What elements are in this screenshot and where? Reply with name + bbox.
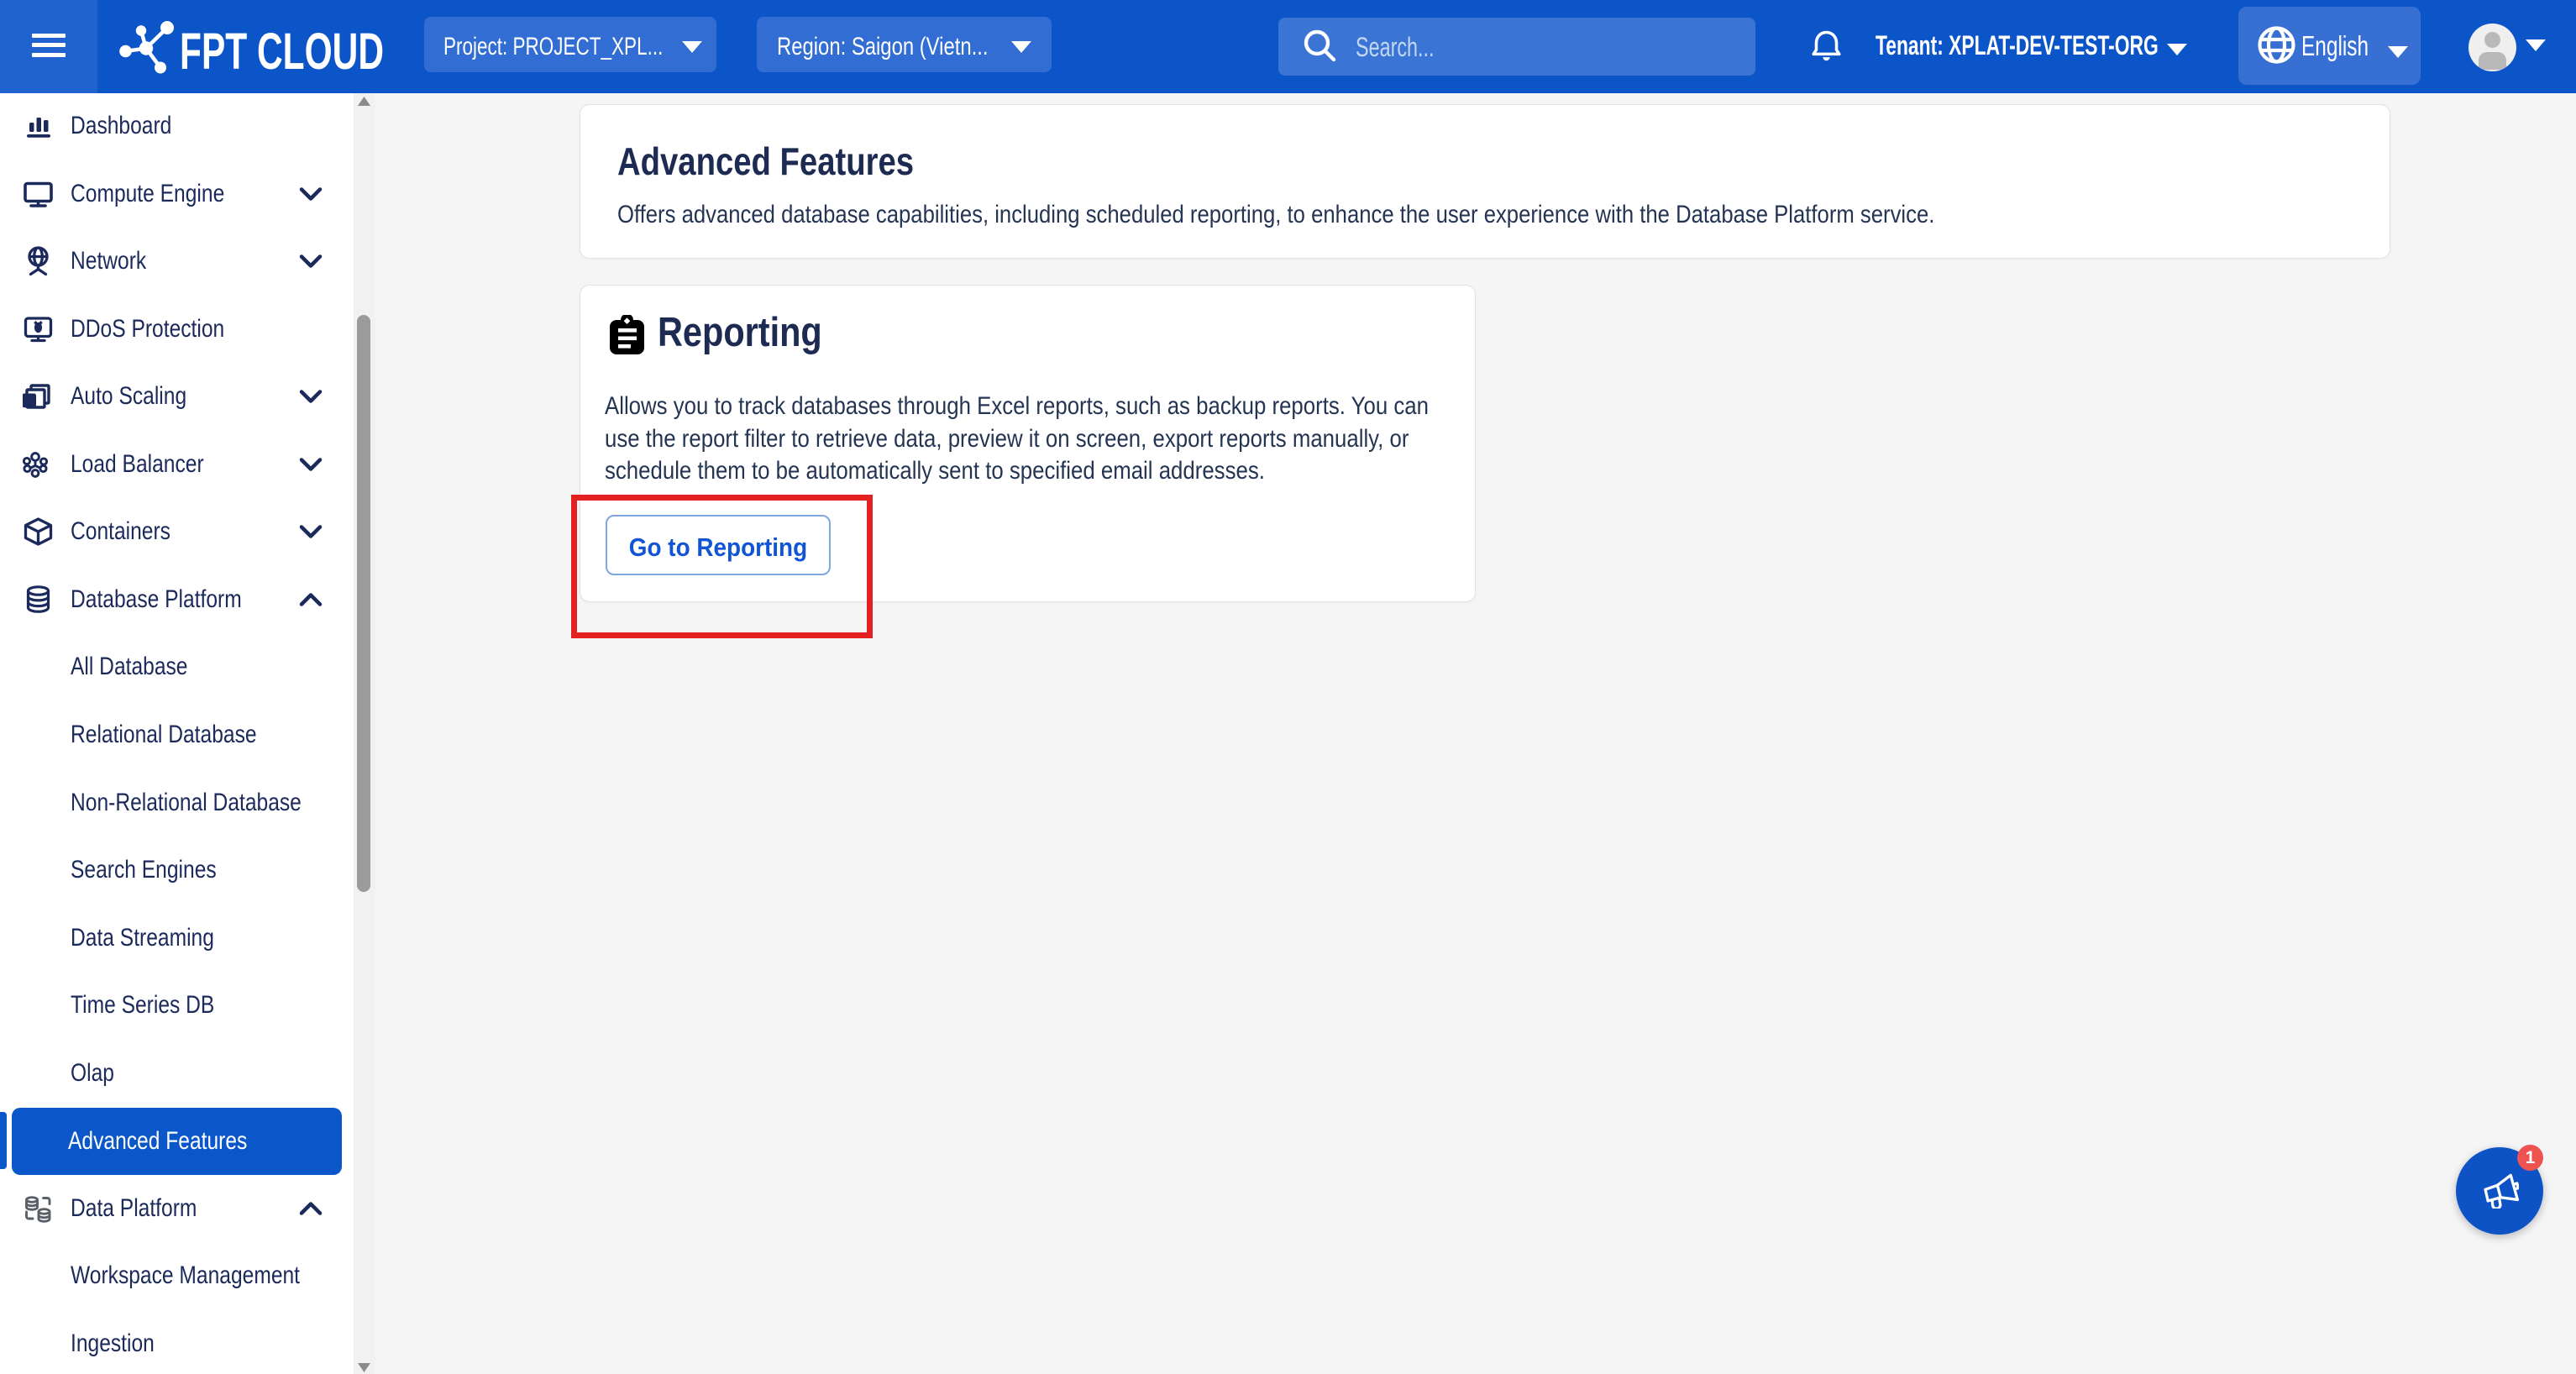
svg-text:FPT CLOUD: FPT CLOUD — [180, 23, 384, 80]
